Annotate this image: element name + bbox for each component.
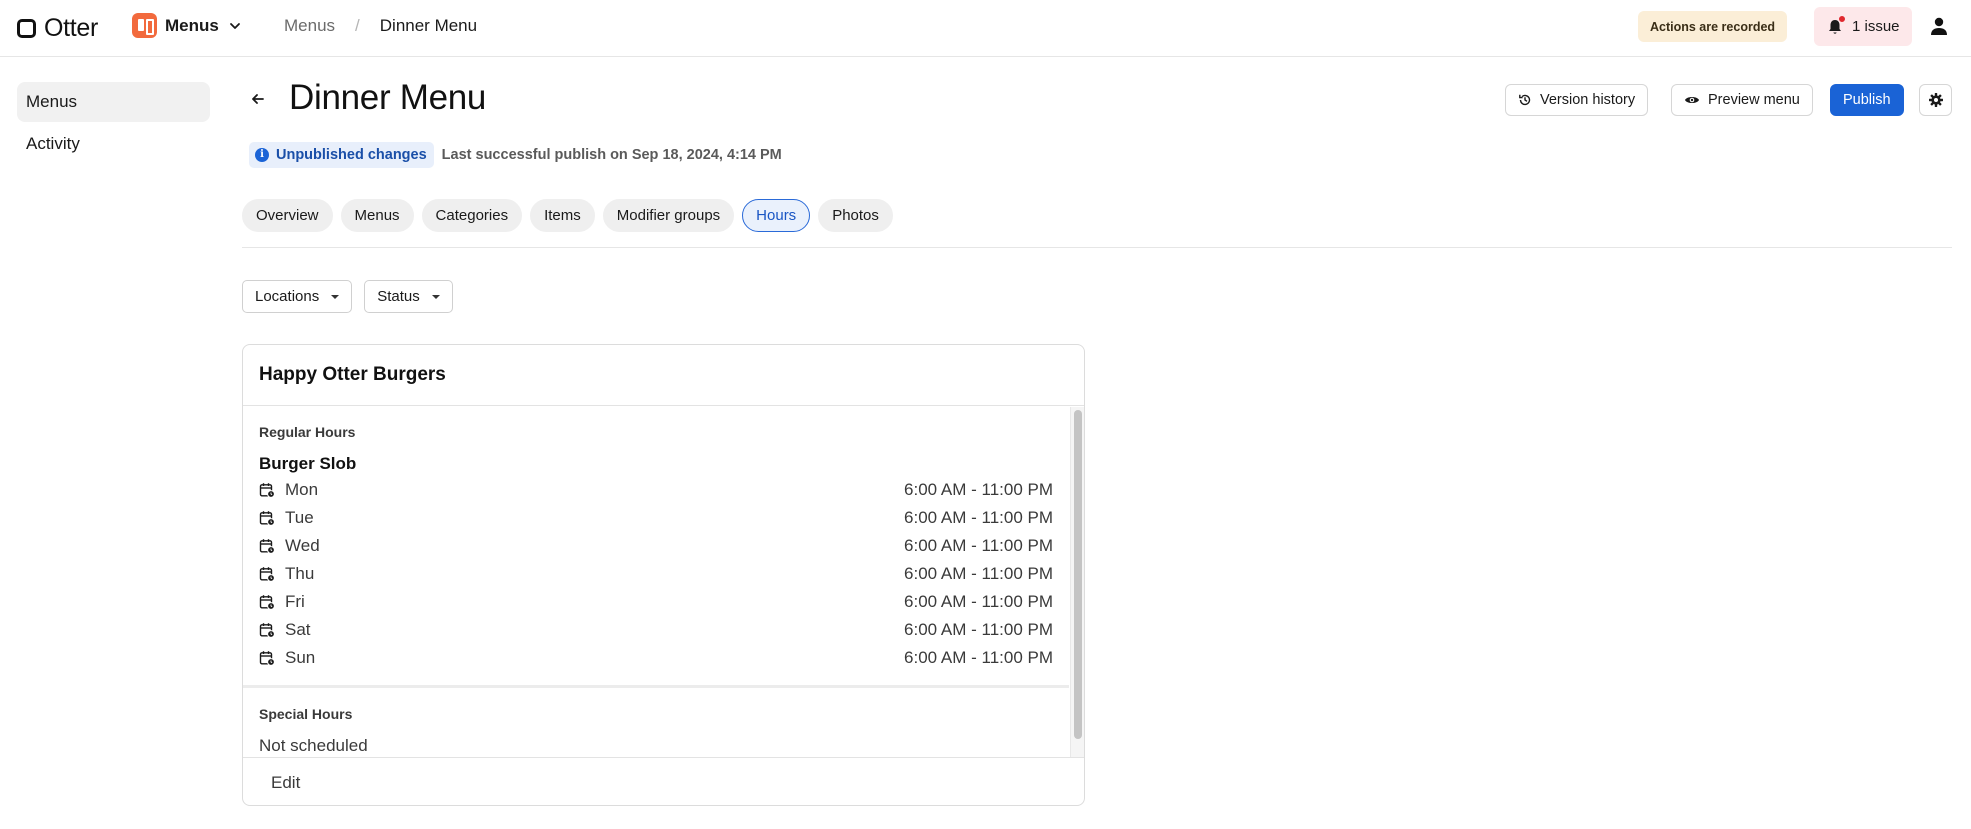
tabs-divider [242,247,1952,248]
tab-categories[interactable]: Categories [421,199,523,232]
breadcrumb-separator: / [355,16,360,35]
tab-photos[interactable]: Photos [818,199,893,232]
calendar-clock-icon [259,594,275,610]
calendar-clock-icon [259,538,275,554]
app-switcher-label: Menus [165,15,219,35]
day-hours-row: Sun 6:00 AM - 11:00 PM [243,644,1069,672]
special-hours-value: Not scheduled [259,736,368,755]
tab-modifier-groups[interactable]: Modifier groups [602,199,735,232]
tab-menus[interactable]: Menus [340,199,414,232]
issues-label: 1 issue [1852,18,1900,35]
caret-down-icon [431,294,440,299]
regular-hours-label: Regular Hours [259,424,356,440]
day-hours: 6:00 AM - 11:00 PM [904,620,1053,639]
alert-dot [1838,14,1846,23]
day-hours: 6:00 AM - 11:00 PM [904,536,1053,555]
breadcrumb: Menus / Dinner Menu [284,16,477,36]
publish-status-row: Unpublished changes Last successful publ… [249,142,782,168]
publish-button[interactable]: Publish [1830,84,1904,116]
day-hours-row: Fri 6:00 AM - 11:00 PM [243,588,1069,616]
chevron-down-icon [229,22,240,29]
day-hours-row: Thu 6:00 AM - 11:00 PM [243,560,1069,588]
day-hours: 6:00 AM - 11:00 PM [904,592,1053,611]
info-icon [255,148,269,162]
filters-row: Locations Status [242,280,453,313]
day-hours: 6:00 AM - 11:00 PM [904,480,1053,499]
calendar-clock-icon [259,482,275,498]
status-filter-label: Status [377,288,420,305]
day-hours-row: Tue 6:00 AM - 11:00 PM [243,504,1069,532]
day-name: Mon [285,480,319,499]
tab-hours[interactable]: Hours [742,199,811,232]
issues-button[interactable]: 1 issue [1814,7,1912,46]
otter-logo-icon [17,19,36,38]
calendar-clock-icon [259,510,275,526]
tab-overview[interactable]: Overview [242,199,333,232]
back-arrow-icon[interactable] [248,89,268,109]
day-hours: 6:00 AM - 11:00 PM [904,648,1053,667]
day-hours-row: Wed 6:00 AM - 11:00 PM [243,532,1069,560]
scrollbar-thumb[interactable] [1074,410,1082,739]
special-hours-label: Special Hours [259,706,353,722]
status-filter-dropdown[interactable]: Status [364,280,453,313]
actions-recorded-badge: Actions are recorded [1638,11,1788,42]
eye-icon [1685,97,1699,103]
day-name: Sat [285,620,311,639]
day-name: Wed [285,536,320,555]
scrollbar[interactable] [1070,407,1084,757]
unpublished-changes-badge[interactable]: Unpublished changes [249,142,434,168]
edit-hours-button[interactable]: Edit [243,757,1084,805]
calendar-clock-icon [259,566,275,582]
day-hours: 6:00 AM - 11:00 PM [904,564,1053,583]
calendar-clock-icon [259,650,275,666]
location-name: Burger Slob [259,454,357,473]
day-name: Tue [285,508,314,527]
locations-filter-dropdown[interactable]: Locations [242,280,353,313]
settings-button[interactable] [1919,84,1952,116]
version-history-button[interactable]: Version history [1505,84,1649,116]
sidebar-item-menus[interactable]: Menus [17,82,210,122]
menu-tabs: Overview Menus Categories Items Modifier… [242,199,893,232]
calendar-clock-icon [259,622,275,638]
section-divider [243,685,1069,688]
otter-logo[interactable]: Otter [17,14,98,43]
store-name: Happy Otter Burgers [243,345,1084,406]
bell-icon [1826,14,1846,36]
store-hours-card: Happy Otter Burgers Regular Hours Burger… [242,344,1085,806]
breadcrumb-menus-link[interactable]: Menus [284,16,335,36]
day-name: Sun [285,648,316,667]
day-hours: 6:00 AM - 11:00 PM [904,508,1053,527]
sidebar: Menus Activity [17,82,210,166]
menus-app-icon [132,13,157,38]
preview-menu-button[interactable]: Preview menu [1671,84,1813,116]
day-name: Thu [285,564,315,583]
day-hours-list: Mon 6:00 AM - 11:00 PM Tue 6:00 AM - 11:00 … [243,476,1069,672]
day-hours-row: Sat 6:00 AM - 11:00 PM [243,616,1069,644]
locations-filter-label: Locations [255,288,320,305]
caret-down-icon [331,294,340,299]
day-name: Fri [285,592,305,611]
breadcrumb-current: Dinner Menu [379,16,478,35]
history-icon [1519,94,1531,106]
day-hours-row: Mon 6:00 AM - 11:00 PM [243,476,1069,504]
tab-items[interactable]: Items [530,199,595,232]
sidebar-item-activity[interactable]: Activity [17,124,210,164]
hours-scroll-area[interactable]: Regular Hours Burger Slob Mon 6:00 AM - 1… [243,406,1069,756]
gear-icon [1928,93,1943,107]
top-bar: Otter Menus Menus / Dinner Menu Actions … [0,0,1971,57]
version-history-label: Version history [1540,92,1636,108]
brand-name: Otter [44,14,99,42]
preview-menu-label: Preview menu [1708,92,1800,108]
last-publish-text: Last successful publish on Sep 18, 2024,… [441,147,782,163]
user-account-icon[interactable] [1928,15,1950,37]
page-title: Dinner Menu [289,78,487,117]
app-switcher[interactable]: Menus [132,13,243,38]
unpublished-changes-label: Unpublished changes [276,147,427,163]
